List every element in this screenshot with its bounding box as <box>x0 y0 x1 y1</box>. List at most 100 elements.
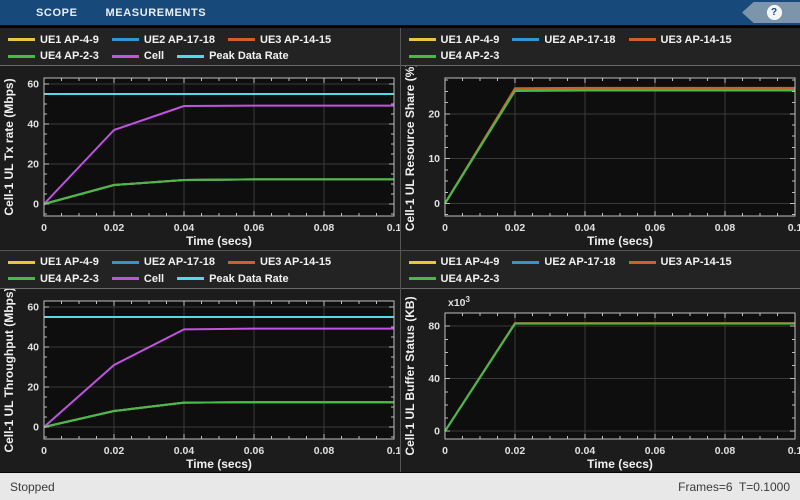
legend-line-icon <box>228 261 255 264</box>
legend-item[interactable]: Peak Data Rate <box>177 50 289 62</box>
legend-item[interactable]: UE2 AP-17-18 <box>112 34 215 46</box>
legend-row: UE1 AP-4-9 UE2 AP-17-18 UE3 AP-14-15 <box>8 254 400 270</box>
x-tick-label: 0 <box>442 222 448 234</box>
legend-label: UE3 AP-14-15 <box>661 34 732 46</box>
legend-ul-throughput: UE1 AP-4-9 UE2 AP-17-18 UE3 AP-14-15 UE4 AP… <box>0 251 400 289</box>
y-axis-multiplier: x103 <box>448 295 471 309</box>
legend-label: UE1 AP-4-9 <box>441 34 500 46</box>
legend-line-icon <box>112 38 139 41</box>
legend-line-icon <box>629 38 656 41</box>
x-tick-label: 0.08 <box>714 445 735 457</box>
x-axis-label: Time (secs) <box>186 234 252 248</box>
legend-line-icon <box>228 38 255 41</box>
chart-ul-resource-share: 00.020.040.060.080.101020Time (secs)Cell… <box>401 66 800 250</box>
legend-item[interactable]: UE4 AP-2-3 <box>409 273 500 285</box>
legend-item[interactable]: UE2 AP-17-18 <box>112 256 215 268</box>
legend-item[interactable]: Peak Data Rate <box>177 273 289 285</box>
y-tick-label: 80 <box>428 320 440 332</box>
plot-ul-tx-rate[interactable]: 00.020.040.060.080.10204060Time (secs)Ce… <box>0 66 400 250</box>
legend-item[interactable]: UE3 AP-14-15 <box>228 256 331 268</box>
y-tick-label: 20 <box>428 108 440 120</box>
legend-item[interactable]: UE4 AP-2-3 <box>409 50 500 62</box>
y-tick-label: 0 <box>33 199 39 211</box>
x-tick-label: 0.08 <box>314 445 335 457</box>
x-tick-label: 0.04 <box>174 222 195 234</box>
x-tick-label: 0.06 <box>244 222 265 234</box>
y-axis-label: Cell-1 UL Tx rate (Mbps) <box>2 78 16 215</box>
legend-row: UE1 AP-4-9 UE2 AP-17-18 UE3 AP-14-15 <box>409 254 800 270</box>
tab-scope[interactable]: SCOPE <box>22 0 92 25</box>
legend-label: UE4 AP-2-3 <box>441 273 500 285</box>
x-axis-label: Time (secs) <box>587 457 653 471</box>
legend-item[interactable]: UE3 AP-14-15 <box>629 34 732 46</box>
legend-row: UE1 AP-4-9 UE2 AP-17-18 UE3 AP-14-15 <box>409 32 800 48</box>
legend-item[interactable]: UE3 AP-14-15 <box>228 34 331 46</box>
legend-label: UE2 AP-17-18 <box>144 34 215 46</box>
legend-line-icon <box>512 38 539 41</box>
legend-item[interactable]: UE1 AP-4-9 <box>8 34 99 46</box>
legend-label: UE3 AP-14-15 <box>260 256 331 268</box>
legend-ul-buffer-status: UE1 AP-4-9 UE2 AP-17-18 UE3 AP-14-15 UE4 AP… <box>401 251 800 289</box>
legend-item[interactable]: UE1 AP-4-9 <box>409 34 500 46</box>
x-tick-label: 0.02 <box>104 222 125 234</box>
x-tick-label: 0.08 <box>314 222 335 234</box>
help-icon[interactable]: ? <box>767 5 782 20</box>
x-axis-label: Time (secs) <box>186 457 252 471</box>
quadrant-ul-throughput: UE1 AP-4-9 UE2 AP-17-18 UE3 AP-14-15 UE4 AP… <box>0 251 400 473</box>
legend-line-icon <box>177 55 204 58</box>
legend-line-icon <box>409 55 436 58</box>
legend-item[interactable]: Cell <box>112 50 164 62</box>
x-tick-label: 0.02 <box>104 445 125 457</box>
tab-measurements[interactable]: MEASUREMENTS <box>92 0 221 25</box>
frame-time-readout: Frames=6 T=0.1000 <box>678 480 790 494</box>
legend-item[interactable]: UE4 AP-2-3 <box>8 50 99 62</box>
legend-label: Peak Data Rate <box>209 50 289 62</box>
x-tick-label: 0.02 <box>504 222 525 234</box>
legend-item[interactable]: Cell <box>112 273 164 285</box>
legend-item[interactable]: UE3 AP-14-15 <box>629 256 732 268</box>
legend-line-icon <box>8 38 35 41</box>
plot-ul-buffer-status[interactable]: 00.020.040.060.080.104080Time (secs)Cell… <box>401 289 800 473</box>
status-message: Stopped <box>10 480 55 494</box>
legend-ul-tx-rate: UE1 AP-4-9 UE2 AP-17-18 UE3 AP-14-15 UE4 AP… <box>0 28 400 66</box>
x-tick-label: 0.06 <box>244 445 265 457</box>
legend-line-icon <box>512 261 539 264</box>
legend-line-icon <box>8 55 35 58</box>
legend-label: UE4 AP-2-3 <box>40 50 99 62</box>
chart-ul-throughput: 00.020.040.060.080.10204060Time (secs)Ce… <box>0 289 400 473</box>
x-tick-label: 0.06 <box>644 445 665 457</box>
legend-row: UE4 AP-2-3 <box>409 48 800 64</box>
quadrant-ul-tx-rate: UE1 AP-4-9 UE2 AP-17-18 UE3 AP-14-15 UE4 AP… <box>0 28 400 250</box>
x-tick-label: 0.04 <box>174 445 195 457</box>
legend-row: UE1 AP-4-9 UE2 AP-17-18 UE3 AP-14-15 <box>8 32 400 48</box>
legend-line-icon <box>409 261 436 264</box>
legend-item[interactable]: UE1 AP-4-9 <box>8 256 99 268</box>
quadrant-ul-buffer-status: UE1 AP-4-9 UE2 AP-17-18 UE3 AP-14-15 UE4 AP… <box>401 251 800 473</box>
y-tick-label: 40 <box>27 119 39 131</box>
legend-line-icon <box>112 261 139 264</box>
y-axis-label: Cell-1 UL Throughput (Mbps) <box>2 289 16 453</box>
scope-window: SCOPE MEASUREMENTS ? UE1 AP-4-9 UE2 AP-17… <box>0 0 800 500</box>
plot-ul-resource-share[interactable]: 00.020.040.060.080.101020Time (secs)Cell… <box>401 66 800 250</box>
y-tick-label: 40 <box>27 341 39 353</box>
x-tick-label: 0.04 <box>574 445 595 457</box>
legend-label: Peak Data Rate <box>209 273 289 285</box>
y-tick-label: 20 <box>27 381 39 393</box>
legend-line-icon <box>112 55 139 58</box>
legend-label: UE3 AP-14-15 <box>260 34 331 46</box>
y-tick-label: 0 <box>33 421 39 433</box>
chart-ul-tx-rate: 00.020.040.060.080.10204060Time (secs)Ce… <box>0 66 400 250</box>
plot-ul-throughput[interactable]: 00.020.040.060.080.10204060Time (secs)Ce… <box>0 289 400 473</box>
chart-ul-buffer-status: 00.020.040.060.080.104080Time (secs)Cell… <box>401 289 800 473</box>
help-chevron[interactable]: ? <box>742 2 800 23</box>
y-tick-label: 0 <box>434 425 440 437</box>
x-tick-label: 0.02 <box>504 445 525 457</box>
legend-item[interactable]: UE2 AP-17-18 <box>512 256 615 268</box>
y-tick-label: 60 <box>27 79 39 91</box>
legend-label: Cell <box>144 273 164 285</box>
legend-label: UE4 AP-2-3 <box>40 273 99 285</box>
y-tick-label: 60 <box>27 301 39 313</box>
legend-item[interactable]: UE2 AP-17-18 <box>512 34 615 46</box>
legend-item[interactable]: UE4 AP-2-3 <box>8 273 99 285</box>
legend-item[interactable]: UE1 AP-4-9 <box>409 256 500 268</box>
